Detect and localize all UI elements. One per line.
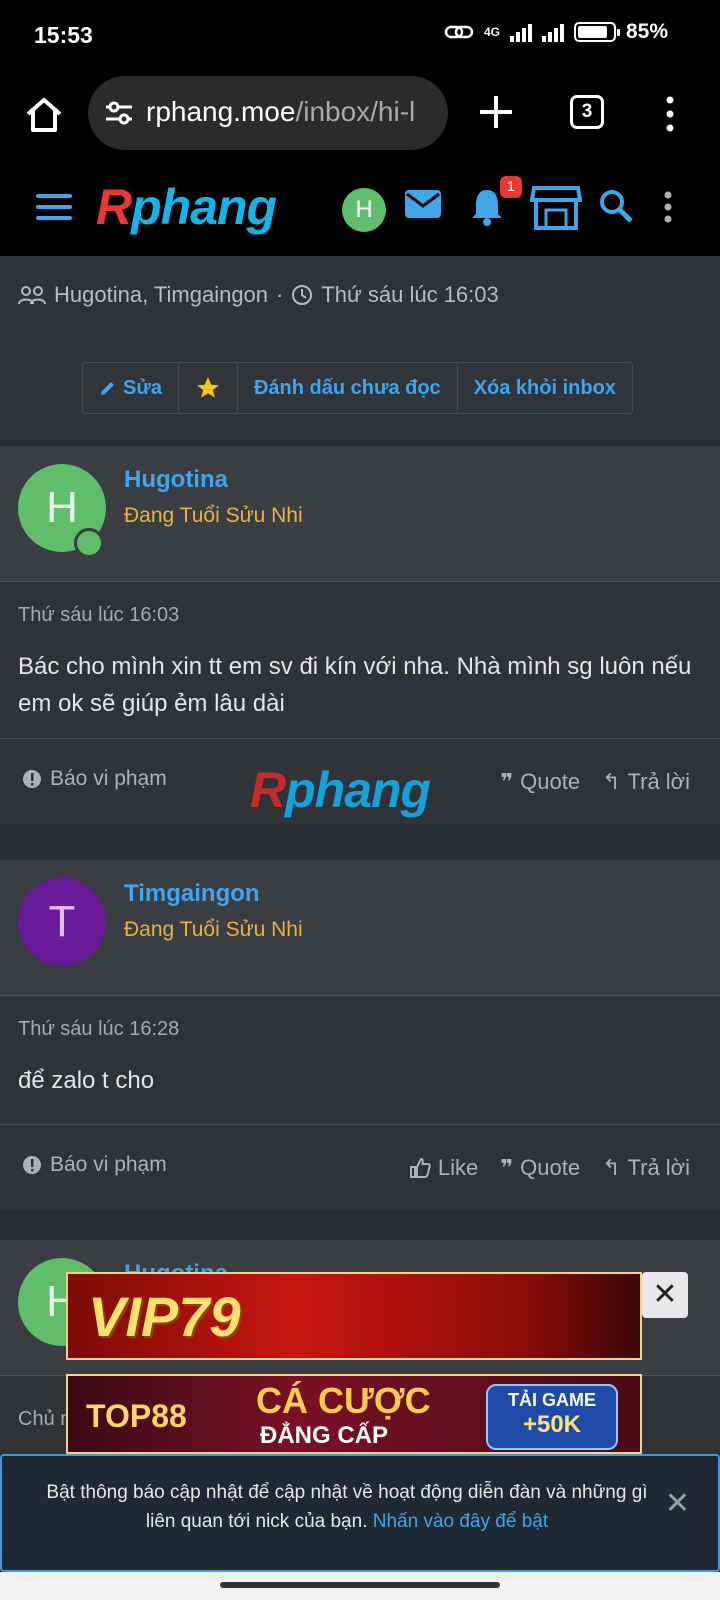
site-more-icon[interactable]: [662, 190, 674, 224]
site-header: Rphang H 1: [0, 158, 720, 256]
quote-button[interactable]: ❞ Quote: [500, 1155, 580, 1181]
reply-icon: ↰: [602, 769, 621, 794]
star-icon: [197, 377, 219, 398]
star-button[interactable]: [179, 363, 238, 413]
alert-icon: [23, 1156, 41, 1174]
hamburger-menu-icon[interactable]: [36, 194, 72, 222]
message-footer: Báo vi phạm Rphang ❞ Quote ↰ Trả lời: [0, 738, 720, 824]
username[interactable]: Hugotina: [124, 466, 228, 494]
push-notification-prompt: Bật thông báo cập nhật để cập nhật về ho…: [0, 1454, 720, 1572]
message-footer: Báo vi phạm Like ❞ Quote ↰ Trả lời: [0, 1124, 720, 1210]
ad-banner-top88[interactable]: TOP88 CÁ CƯỢC ĐẲNG CẤP TẢI GAME +50K: [66, 1374, 642, 1454]
online-status-icon: [74, 528, 104, 558]
ad-text: VIP79: [88, 1285, 241, 1348]
inbox-mail-icon[interactable]: [404, 188, 442, 220]
new-tab-icon[interactable]: [474, 90, 518, 134]
message-actions: ❞ Quote ↰ Trả lời: [500, 769, 690, 795]
prompt-message: Bật thông báo cập nhật để cập nhật về ho…: [46, 1482, 648, 1532]
status-icons: 4G 85%: [444, 20, 668, 44]
close-icon[interactable]: ✕: [665, 1486, 690, 1521]
report-button[interactable]: Báo vi phạm: [22, 1153, 167, 1177]
edit-button[interactable]: Sửa: [83, 363, 179, 413]
network-type: 4G: [483, 25, 500, 39]
url-text: rphang.moe/inbox/hi-l: [146, 96, 415, 128]
ad-headline: CÁ CƯỢC: [256, 1380, 431, 1421]
reply-icon: ↰: [602, 1155, 621, 1180]
notification-bell-icon[interactable]: [470, 186, 504, 226]
user-title: Đang Tuổi Sửu Nhi: [124, 918, 303, 941]
message-body: Bác cho mình xin tt em sv đi kín với nha…: [18, 653, 692, 717]
thread-time: Thứ sáu lúc 16:03: [321, 282, 499, 307]
message-time: Chủ n: [18, 1408, 72, 1430]
message-body: để zalo t cho: [18, 1067, 155, 1094]
reply-button[interactable]: ↰ Trả lời: [602, 769, 690, 795]
battery-icon: [573, 22, 620, 42]
report-button[interactable]: Báo vi phạm: [22, 767, 167, 791]
thread-header: Hi bác Hugotina, Timgaingon · Thứ sáu lú…: [0, 256, 720, 440]
quote-icon: ❞: [500, 769, 514, 794]
watermark-logo: Rphang: [250, 762, 431, 818]
username[interactable]: Timgaingon: [124, 880, 260, 908]
ad-close-button[interactable]: ✕: [642, 1272, 688, 1318]
site-settings-icon[interactable]: [104, 100, 134, 126]
more-menu-icon[interactable]: [660, 94, 680, 134]
search-icon[interactable]: [598, 188, 634, 224]
home-gesture-handle[interactable]: [220, 1582, 500, 1588]
address-bar[interactable]: rphang.moe/inbox/hi-l: [88, 76, 448, 150]
message-header: T Timgaingon Đang Tuổi Sửu Nhi: [0, 860, 720, 996]
participants-list[interactable]: Hugotina, Timgaingon: [54, 282, 268, 308]
battery-percent: 85%: [625, 20, 668, 43]
home-icon[interactable]: [22, 92, 66, 136]
reply-button[interactable]: ↰ Trả lời: [602, 1155, 690, 1181]
user-title: Đang Tuổi Sửu Nhi: [124, 504, 303, 527]
link-icon: [444, 25, 474, 39]
notification-count-badge: 1: [500, 176, 522, 198]
message-2: T Timgaingon Đang Tuổi Sửu Nhi Thứ sáu l…: [0, 860, 720, 1210]
thread-title: Hi bác: [18, 256, 132, 265]
thumbs-up-icon: [409, 1157, 431, 1178]
browser-toolbar: rphang.moe/inbox/hi-l 3: [0, 70, 720, 158]
thread-actions: Sửa Đánh dấu chưa đọc Xóa khỏi inbox: [82, 362, 633, 414]
system-nav-bar: [0, 1572, 720, 1600]
site-logo[interactable]: Rphang: [96, 178, 277, 236]
like-button[interactable]: Like: [409, 1155, 478, 1181]
signal-icon: [509, 22, 532, 42]
quote-icon: ❞: [500, 1155, 514, 1180]
status-bar: 15:53 4G 85%: [0, 0, 720, 70]
quote-button[interactable]: ❞ Quote: [500, 769, 580, 795]
message-header: H Hugotina Đang Tuổi Sửu Nhi: [0, 446, 720, 582]
mark-unread-button[interactable]: Đánh dấu chưa đọc: [238, 363, 458, 413]
participants-icon: [18, 286, 46, 305]
message-1: H Hugotina Đang Tuổi Sửu Nhi Thứ sáu lúc…: [0, 446, 720, 824]
signal-icon-2: [541, 22, 564, 42]
message-actions: Like ❞ Quote ↰ Trả lời: [409, 1155, 690, 1181]
pencil-icon: [101, 382, 114, 395]
clock-icon: [292, 285, 313, 305]
remove-from-inbox-button[interactable]: Xóa khỏi inbox: [458, 363, 632, 413]
message-time: Thứ sáu lúc 16:03: [18, 604, 180, 626]
ad-banner-vip79[interactable]: VIP79: [66, 1272, 642, 1360]
message-time: Thứ sáu lúc 16:28: [18, 1018, 180, 1040]
store-icon[interactable]: [530, 184, 582, 230]
avatar[interactable]: T: [18, 878, 106, 966]
url-path: /inbox/hi-l: [295, 96, 416, 127]
alert-icon: [23, 770, 41, 788]
ad-subline: ĐẲNG CẤP: [260, 1422, 389, 1449]
enable-notifications-link[interactable]: Nhấn vào đây để bật: [373, 1511, 548, 1532]
ad-download-badge[interactable]: TẢI GAME +50K: [486, 1384, 618, 1450]
status-time: 15:53: [34, 22, 93, 48]
thread-meta: Hugotina, Timgaingon · Thứ sáu lúc 16:03: [18, 282, 499, 308]
user-avatar[interactable]: H: [342, 188, 386, 232]
ad-brand: TOP88: [86, 1398, 187, 1434]
tab-switcher-button[interactable]: 3: [570, 95, 604, 129]
url-host: rphang.moe: [146, 96, 296, 127]
